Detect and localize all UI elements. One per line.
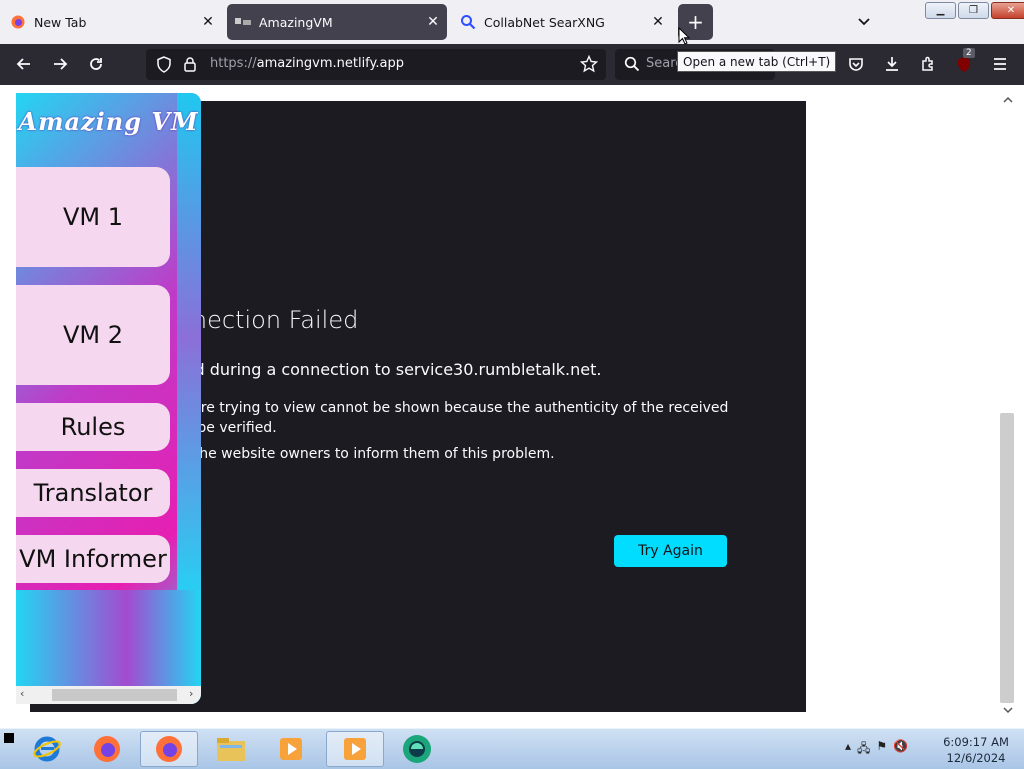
sidebar-button-translator[interactable]: Translator [16, 469, 170, 517]
taskbar-media-player[interactable] [262, 731, 320, 767]
scrollbar-thumb[interactable] [1000, 413, 1014, 703]
firefox-icon [94, 736, 120, 762]
url-bar[interactable]: https://amazingvm.netlify.app [146, 49, 606, 80]
sidebar-button-rules[interactable]: Rules [16, 403, 170, 451]
error-description-line: tact the website owners to inform them o… [162, 446, 555, 462]
sidebar-button-vm2[interactable]: VM 2 [16, 285, 170, 385]
try-again-button[interactable]: Try Again [614, 535, 727, 567]
window-controls: ▁ ❐ ✕ [925, 2, 1024, 19]
media-player-icon [280, 738, 302, 760]
scroll-up-arrow-icon[interactable] [1002, 96, 1014, 104]
restore-button[interactable]: ❐ [958, 2, 989, 19]
tab-collabnet-searxng[interactable]: CollabNet SearXNG ✕ [452, 4, 672, 40]
error-description-line: not be verified. [170, 420, 277, 436]
reload-button[interactable] [84, 52, 108, 76]
tab-title: New Tab [34, 14, 87, 30]
taskbar-internet-explorer[interactable] [18, 731, 76, 767]
arrow-left-icon [16, 58, 30, 70]
scroll-down-arrow-icon[interactable] [1002, 706, 1014, 714]
taskbar-clock[interactable]: 6:09:17 AM 12/6/2024 [936, 734, 1016, 766]
url-scheme: https:// [210, 56, 257, 71]
menu-button[interactable] [988, 52, 1012, 76]
taskbar-media-player-active[interactable] [326, 731, 384, 767]
navigation-toolbar: https://amazingvm.netlify.app Search 2 [0, 44, 1024, 85]
close-window-button[interactable]: ✕ [991, 2, 1024, 19]
error-subtitle: urred during a connection to service30.r… [162, 360, 602, 379]
flag-icon[interactable]: ⚑ [876, 739, 887, 760]
network-icon[interactable]: 🖧 [857, 739, 870, 760]
downloads-button[interactable] [880, 52, 904, 76]
windows-taskbar: ▴ 🖧 ⚑ 🔇 6:09:17 AM 12/6/2024 [0, 728, 1024, 769]
search-icon [460, 14, 476, 30]
app-icon [403, 735, 431, 763]
show-hidden-icons-icon[interactable]: ▴ [845, 739, 851, 760]
taskbar-firefox-active[interactable] [140, 731, 198, 767]
download-icon [886, 57, 898, 71]
close-tab-icon[interactable]: ✕ [648, 12, 668, 32]
error-description-line: you are trying to view cannot be shown b… [162, 400, 729, 416]
firefox-icon [156, 736, 182, 762]
media-player-icon [344, 738, 366, 760]
tab-new-tab[interactable]: New Tab ✕ [2, 4, 222, 40]
url-text[interactable]: https://amazingvm.netlify.app [210, 56, 404, 71]
clock-time: 6:09:17 AM [943, 735, 1009, 749]
sidebar-button-vm-informer[interactable]: VM Informer [16, 535, 170, 583]
forward-button[interactable] [48, 52, 72, 76]
new-tab-tooltip: Open a new tab (Ctrl+T) [677, 51, 837, 72]
puzzle-icon [922, 56, 933, 71]
error-description: you are trying to view cannot be shown b… [162, 398, 762, 438]
sidebar-bottom-panel [16, 590, 201, 690]
tab-title: AmazingVM [259, 14, 333, 30]
taskbar-file-explorer[interactable] [202, 731, 260, 767]
lock-icon[interactable] [183, 56, 197, 77]
ublock-button[interactable]: 2 [952, 48, 976, 76]
pocket-button[interactable] [844, 52, 868, 76]
scroll-left-arrow-icon[interactable]: ‹ [20, 687, 24, 700]
sidebar-logo: Amazing VM [18, 107, 199, 136]
mouse-cursor-icon [678, 27, 690, 45]
tab-title: CollabNet SearXNG [484, 14, 605, 30]
page-vertical-scrollbar[interactable] [999, 93, 1017, 720]
start-button[interactable] [4, 733, 14, 743]
sidebar-horizontal-scrollbar[interactable]: ‹ › [16, 686, 201, 704]
minimize-button[interactable]: ▁ [925, 2, 956, 19]
hamburger-menu-icon [994, 58, 1006, 70]
list-all-tabs-button[interactable] [852, 12, 876, 32]
clock-date: 12/6/2024 [946, 751, 1006, 765]
close-tab-icon[interactable]: ✕ [423, 12, 443, 32]
arrow-right-icon [54, 58, 68, 70]
site-favicon [235, 14, 251, 30]
taskbar-firefox[interactable] [78, 731, 136, 767]
tab-amazingvm[interactable]: AmazingVM ✕ [227, 4, 447, 40]
back-button[interactable] [12, 52, 36, 76]
chevron-down-icon [858, 18, 870, 26]
search-icon [624, 56, 640, 76]
tab-strip: New Tab ✕ AmazingVM ✕ CollabNet SearXNG … [0, 0, 1024, 44]
sidebar-button-vm1[interactable]: VM 1 [16, 167, 170, 267]
file-explorer-icon [217, 738, 245, 761]
sidebar-frame: Amazing VM VM 1 VM 2 Rules Translator VM… [16, 93, 201, 704]
volume-muted-icon[interactable]: 🔇 [893, 739, 908, 760]
close-tab-icon[interactable]: ✕ [198, 12, 218, 32]
ublock-icon [958, 57, 970, 72]
shield-icon[interactable] [156, 56, 172, 77]
internet-explorer-icon [33, 736, 61, 762]
extension-badge: 2 [963, 48, 975, 58]
page-content: onnection Failed urred during a connecti… [0, 85, 1024, 728]
system-tray: ▴ 🖧 ⚑ 🔇 [845, 739, 908, 760]
reload-icon [90, 58, 102, 70]
bookmark-star-icon[interactable] [579, 54, 599, 77]
scroll-right-arrow-icon[interactable]: › [189, 687, 193, 700]
url-host: amazingvm.netlify.app [256, 56, 404, 71]
taskbar-app[interactable] [388, 731, 446, 767]
extensions-button[interactable] [916, 52, 940, 76]
firefox-icon [10, 14, 26, 30]
pocket-icon [849, 58, 863, 71]
scrollbar-thumb[interactable] [52, 689, 177, 701]
